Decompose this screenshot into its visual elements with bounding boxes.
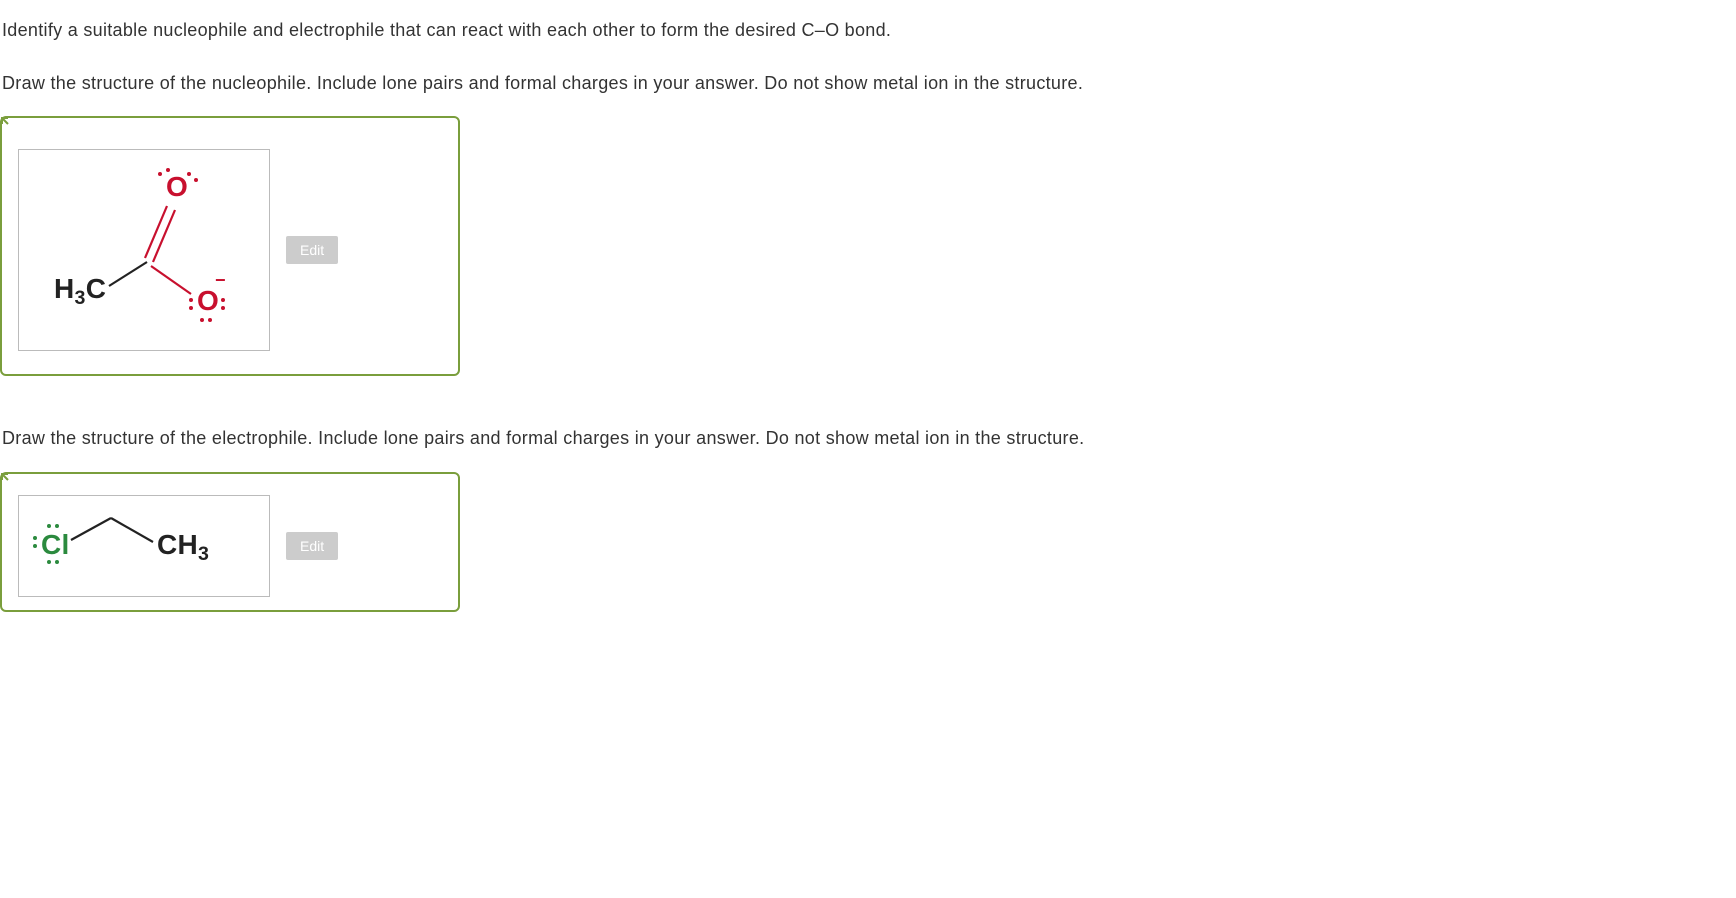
lonepair-dot [189, 298, 193, 302]
ch3-label: CH3 [157, 529, 209, 565]
lonepair-dot [47, 524, 51, 528]
nucleophile-structure[interactable]: H3C O O − [18, 149, 270, 351]
lonepair-dot [221, 298, 225, 302]
nucleophile-answer-block: H3C O O − [0, 116, 1736, 376]
lonepair-dot [55, 524, 59, 528]
expand-icon[interactable] [0, 116, 16, 132]
lonepair-dot [47, 560, 51, 564]
electrophile-structure[interactable]: Cl CH3 [18, 495, 270, 597]
nucleophile-prompt: Draw the structure of the nucleophile. I… [2, 71, 1736, 96]
bond-c-o-double-1 [145, 206, 167, 258]
lonepair-dot [187, 172, 191, 176]
formal-charge-minus: − [215, 270, 226, 290]
lonepair-dot [166, 168, 170, 172]
electrophile-prompt: Draw the structure of the electrophile. … [2, 426, 1736, 451]
edit-button[interactable]: Edit [286, 532, 338, 560]
lonepair-dot [33, 536, 37, 540]
o-top-label: O [166, 171, 188, 202]
expand-icon[interactable] [0, 472, 16, 488]
electrophile-answer-block: Cl CH3 Edit [0, 472, 1736, 612]
bond-cl-c [71, 518, 111, 540]
bond-c-o-double-2 [153, 210, 175, 262]
electrophile-frame: Cl CH3 Edit [0, 472, 460, 612]
bond-h3c-c [109, 262, 147, 286]
nucleophile-frame: H3C O O − [0, 116, 460, 376]
bond-c-ominus [151, 266, 191, 294]
lonepair-dot [200, 318, 204, 322]
lonepair-dot [158, 172, 162, 176]
lonepair-dot [194, 178, 198, 182]
question-intro: Identify a suitable nucleophile and elec… [2, 18, 1736, 43]
cl-label: Cl [41, 529, 70, 560]
lonepair-dot [33, 544, 37, 548]
lonepair-dot [221, 306, 225, 310]
h3c-label: H3C [54, 273, 106, 309]
edit-button[interactable]: Edit [286, 236, 338, 264]
lonepair-dot [189, 306, 193, 310]
lonepair-dot [208, 318, 212, 322]
lonepair-dot [55, 560, 59, 564]
bond-c-c [111, 518, 153, 542]
